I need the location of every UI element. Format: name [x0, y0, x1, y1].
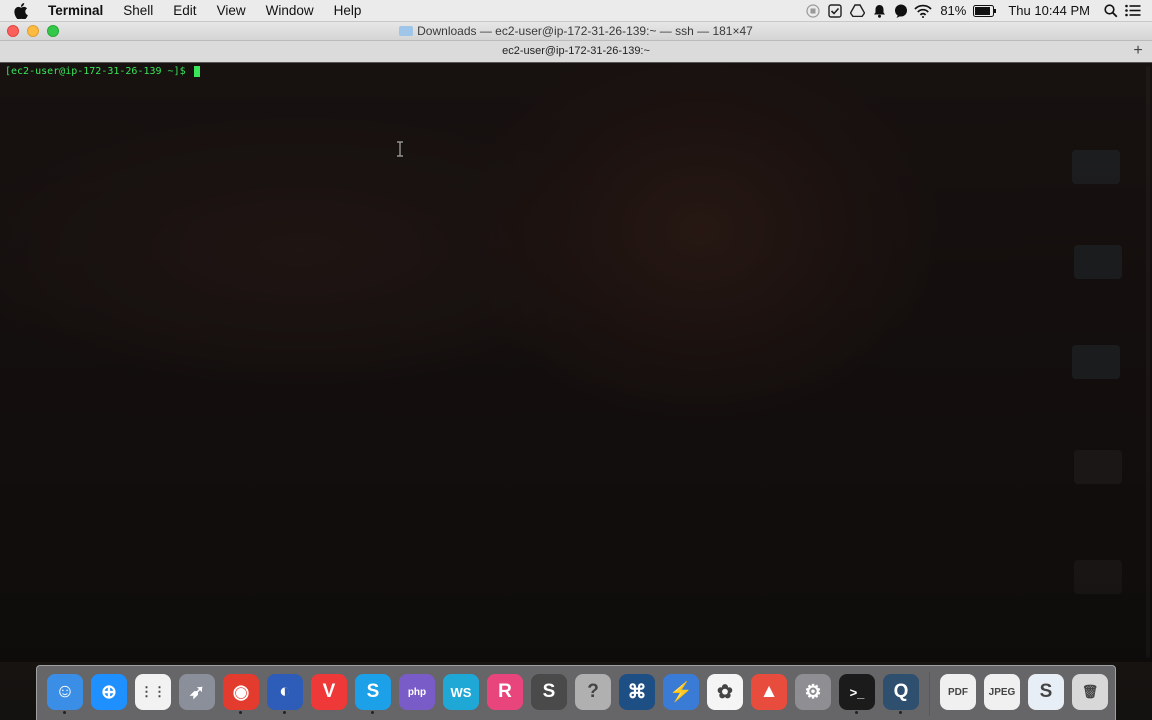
jpeg-stack-icon[interactable]: JPEG [984, 674, 1020, 710]
app-menu-terminal[interactable]: Terminal [36, 0, 113, 21]
firefox-icon[interactable]: ◐ [267, 674, 303, 710]
dock-separator [929, 672, 930, 716]
dock-item[interactable]: 🗑 [1068, 666, 1112, 716]
sourcetree-icon[interactable]: ⌘ [619, 674, 655, 710]
dock-item[interactable]: WS [439, 666, 483, 716]
dock-item[interactable]: ▲ [747, 666, 791, 716]
popcorn-icon[interactable]: ▲ [751, 674, 787, 710]
spotlight-search-icon[interactable] [1100, 0, 1122, 21]
shell-prompt: [ec2-user@ip-172-31-26-139 ~]$ [5, 66, 192, 77]
shell-prompt-line: [ec2-user@ip-172-31-26-139 ~]$ [5, 66, 200, 77]
finder-icon[interactable]: ☺ [47, 674, 83, 710]
dock-item[interactable]: ⋮⋮ [131, 666, 175, 716]
menu-view[interactable]: View [207, 0, 256, 21]
dock-item[interactable]: PDF [936, 666, 980, 716]
dock-item[interactable]: ⊕ [87, 666, 131, 716]
skype-icon[interactable]: S [355, 674, 391, 710]
notification-bell-icon[interactable] [868, 0, 890, 21]
dock-item[interactable]: JPEG [980, 666, 1024, 716]
new-tab-button[interactable]: + [1130, 43, 1146, 59]
ibeam-cursor-icon [397, 141, 403, 157]
running-indicator [371, 711, 374, 714]
running-indicator [899, 711, 902, 714]
system-prefs-icon[interactable]: ⚙ [795, 674, 831, 710]
webstorm-icon[interactable]: WS [443, 674, 479, 710]
help-icon[interactable]: ? [575, 674, 611, 710]
dock-item[interactable]: ☺ [43, 666, 87, 716]
chat-bubble-icon[interactable] [890, 0, 912, 21]
window-title-text: Downloads — ec2-user@ip-172-31-26-139:~ … [417, 24, 753, 38]
running-indicator [239, 711, 242, 714]
running-indicator [283, 711, 286, 714]
terminal-content[interactable]: [ec2-user@ip-172-31-26-139 ~]$ [0, 62, 1152, 662]
thunder-icon[interactable]: ⚡ [663, 674, 699, 710]
dock-item[interactable]: S [351, 666, 395, 716]
dock-item[interactable]: Q [879, 666, 923, 716]
dock-item[interactable]: R [483, 666, 527, 716]
downloads-stack-icon[interactable]: S [1028, 674, 1064, 710]
dock-item[interactable]: S [527, 666, 571, 716]
folder-icon [399, 26, 414, 36]
menu-help[interactable]: Help [324, 0, 372, 21]
notification-center-icon[interactable] [1122, 0, 1144, 21]
tab-bar: ec2-user@ip-172-31-26-139:~ + [0, 41, 1152, 63]
quicktime-icon[interactable]: Q [883, 674, 919, 710]
dock-item[interactable]: ⚡ [659, 666, 703, 716]
dock-item[interactable]: php [395, 666, 439, 716]
terminal-window: Downloads — ec2-user@ip-172-31-26-139:~ … [0, 22, 1152, 662]
close-window-button[interactable] [7, 25, 19, 37]
window-title: Downloads — ec2-user@ip-172-31-26-139:~ … [0, 22, 1152, 40]
tab-ssh-session[interactable]: ec2-user@ip-172-31-26-139:~ [0, 41, 1152, 62]
vivaldi-icon[interactable]: V [311, 674, 347, 710]
apple-menu-icon[interactable] [14, 2, 36, 19]
text-cursor [193, 66, 200, 77]
terminal-icon[interactable]: >_ [839, 674, 875, 710]
minimize-window-button[interactable] [27, 25, 39, 37]
dock-item[interactable]: ⚙ [791, 666, 835, 716]
dock-item[interactable]: ⌘ [615, 666, 659, 716]
safari-icon[interactable]: ⊕ [91, 674, 127, 710]
dock-item[interactable]: >_ [835, 666, 879, 716]
battery-icon[interactable] [972, 0, 998, 21]
dock-item[interactable]: S [1024, 666, 1068, 716]
checkbox-app-icon[interactable] [824, 0, 846, 21]
google-drive-icon[interactable] [846, 0, 868, 21]
record-icon[interactable] [802, 0, 824, 21]
sublime-icon[interactable]: S [531, 674, 567, 710]
dock: ☺ ⊕ ⋮⋮ ➶ ◉ ◐ V Sphp WS R S? ⌘ ⚡ ✿ ▲ ⚙ >_ Q PDF JPEG S 🗑 [36, 665, 1116, 720]
dock-item[interactable]: ◉ [219, 666, 263, 716]
running-indicator [63, 711, 66, 714]
rubymine-icon[interactable]: R [487, 674, 523, 710]
photos-icon[interactable]: ✿ [707, 674, 743, 710]
menu-bar: Terminal Shell Edit View Window Help 81%… [0, 0, 1152, 22]
running-indicator [855, 711, 858, 714]
menubar-clock[interactable]: Thu 10:44 PM [998, 3, 1100, 18]
dock-item[interactable]: ◐ [263, 666, 307, 716]
wifi-icon[interactable] [912, 0, 934, 21]
rocket-icon[interactable]: ➶ [179, 674, 215, 710]
phpstorm-icon[interactable]: php [399, 674, 435, 710]
battery-percent[interactable]: 81% [934, 3, 972, 18]
trash-icon[interactable]: 🗑 [1072, 674, 1108, 710]
dock-item[interactable]: V [307, 666, 351, 716]
dock-item[interactable]: ✿ [703, 666, 747, 716]
terminal-scrollbar[interactable] [1146, 66, 1150, 658]
pdf-stack-icon[interactable]: PDF [940, 674, 976, 710]
zoom-window-button[interactable] [47, 25, 59, 37]
dock-item[interactable]: ➶ [175, 666, 219, 716]
menu-edit[interactable]: Edit [163, 0, 206, 21]
menu-window[interactable]: Window [256, 0, 324, 21]
menu-shell[interactable]: Shell [113, 0, 163, 21]
window-titlebar[interactable]: Downloads — ec2-user@ip-172-31-26-139:~ … [0, 22, 1152, 41]
dock-item[interactable]: ? [571, 666, 615, 716]
launchpad-icon[interactable]: ⋮⋮ [135, 674, 171, 710]
chrome-icon[interactable]: ◉ [223, 674, 259, 710]
